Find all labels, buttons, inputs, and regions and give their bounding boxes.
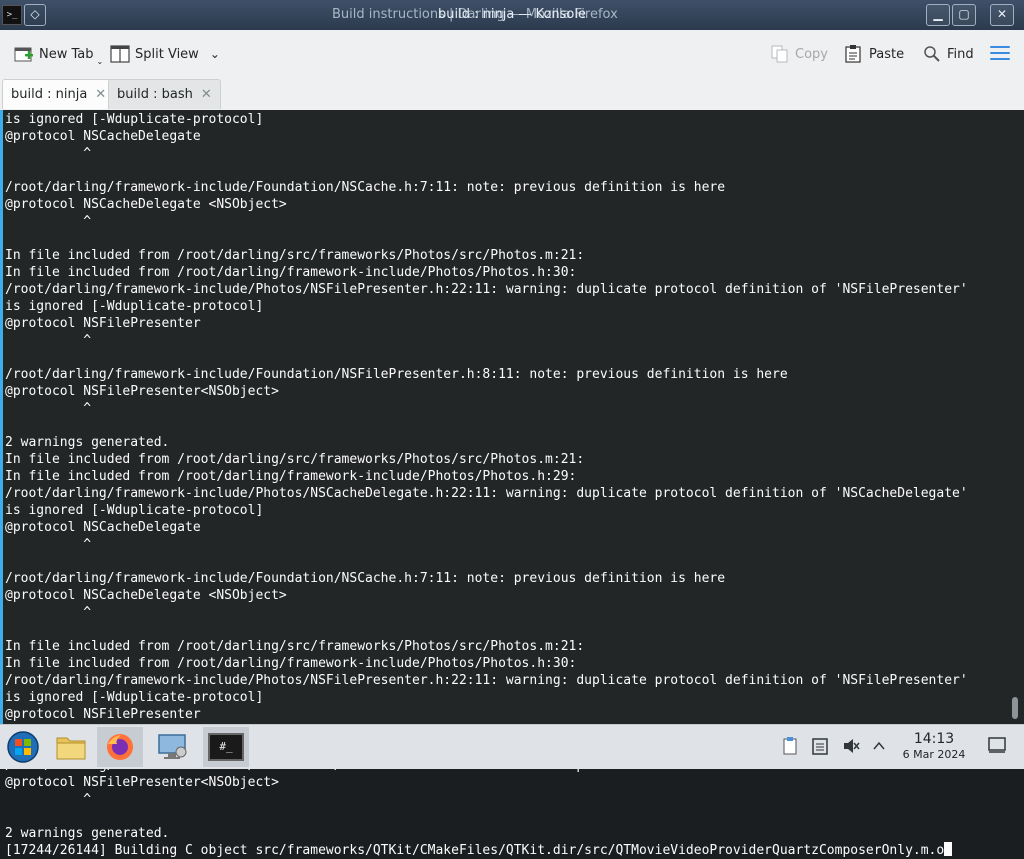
system-settings-icon (158, 734, 187, 759)
taskbar-konsole[interactable]: #_ (203, 727, 249, 767)
taskbar-system-settings[interactable] (150, 727, 196, 767)
window-title: build : ninja — Konsole (438, 7, 586, 22)
notes-icon[interactable] (812, 737, 828, 759)
terminal-cursor (944, 842, 953, 856)
clock-date[interactable]: 6 Mar 2024 (892, 748, 976, 761)
file-manager-icon (56, 737, 86, 760)
tab-build-ninja[interactable]: build : ninja ✕ (2, 79, 116, 109)
tab-bar: build : ninja ✕ build : bash ✕ (0, 78, 1024, 110)
start-menu-button[interactable] (0, 727, 46, 767)
chevron-up-icon[interactable] (872, 737, 886, 759)
close-tab-icon[interactable]: ✕ (95, 87, 106, 102)
split-view-icon (110, 45, 130, 63)
new-tab-label: New Tab (39, 46, 94, 62)
taskbar: #_ 14:13 6 Mar 2024 (0, 724, 1024, 769)
maximize-button[interactable]: ▢ (952, 4, 976, 26)
new-tab-button[interactable]: New Tab ⌄ (14, 42, 103, 66)
chevron-down-icon[interactable]: ⌄ (210, 47, 220, 61)
firefox-icon (107, 734, 133, 760)
tab-build-bash[interactable]: build : bash ✕ (108, 79, 221, 109)
clock-time[interactable]: 14:13 (898, 731, 970, 747)
copy-icon (771, 45, 788, 63)
window-titlebar[interactable]: >_ ◇ Build instructions | Darling — Mozi… (0, 0, 1024, 30)
taskbar-firefox[interactable] (97, 727, 143, 767)
new-tab-icon (14, 47, 33, 62)
hamburger-menu-icon[interactable] (990, 46, 1010, 64)
taskbar-file-manager[interactable] (48, 727, 94, 767)
paste-label: Paste (869, 46, 905, 62)
konsole-toolbar: New Tab ⌄ Split View ⌄ Copy Paste Find (0, 30, 1024, 79)
split-view-button[interactable]: Split View ⌄ (110, 42, 220, 66)
chevron-down-icon[interactable]: ⌄ (97, 57, 104, 66)
copy-button[interactable]: Copy (770, 42, 828, 66)
volume-muted-icon[interactable] (842, 737, 860, 759)
minimize-button[interactable]: ▁ (926, 4, 950, 26)
start-menu-icon (7, 731, 39, 763)
terminal-view[interactable]: is ignored [-Wduplicate-protocol] @proto… (0, 110, 1024, 858)
tab-label: build : bash (117, 87, 193, 102)
copy-label: Copy (795, 46, 828, 62)
scrollbar[interactable] (1012, 697, 1018, 719)
clipboard-icon[interactable] (782, 737, 798, 759)
close-button[interactable]: ✕ (990, 4, 1014, 26)
find-button[interactable]: Find (922, 42, 974, 66)
paste-button[interactable]: Paste (844, 42, 904, 66)
paste-icon (845, 45, 861, 63)
split-view-label: Split View (135, 46, 199, 62)
close-tab-icon[interactable]: ✕ (201, 87, 212, 102)
show-desktop-icon[interactable] (988, 737, 1006, 757)
konsole-icon: #_ (208, 733, 244, 761)
search-icon (924, 46, 940, 62)
tab-label: build : ninja (11, 87, 88, 102)
find-label: Find (947, 46, 974, 62)
